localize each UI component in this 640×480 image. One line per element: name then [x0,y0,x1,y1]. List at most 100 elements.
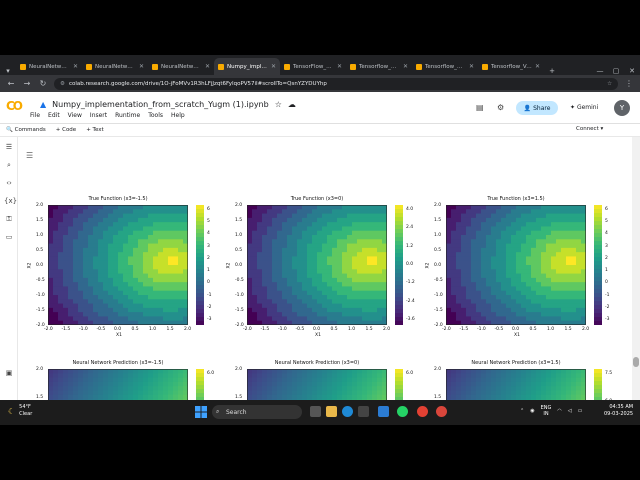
settings-gear-icon[interactable]: ⚙ [497,103,504,112]
heatmap-cell [322,230,328,236]
find-icon[interactable]: ⌕ [4,161,14,170]
secrets-key-icon[interactable]: ⚿ [4,215,14,224]
heatmap-cell [486,222,492,228]
heatmap-cell [551,282,557,288]
gemini-button[interactable]: ✦ Gemini [570,104,598,111]
files-folder-icon[interactable]: ▭ [4,233,14,241]
comment-icon[interactable]: ▤ [476,103,484,112]
avatar[interactable]: Y [614,100,630,116]
colorbar-segment [395,281,403,286]
heatmap-cell [282,316,288,322]
tab-close-icon[interactable]: ✕ [469,63,474,70]
site-info-icon[interactable]: ⚙ [60,81,65,87]
heatmap-cell [511,247,517,253]
terminal-icon[interactable]: ▣ [4,369,14,377]
colorbar-segment [395,213,403,218]
tab-search-icon[interactable]: ▾ [0,67,16,75]
browser-tab[interactable]: NeuralNetwork ✕ [82,58,148,75]
heatmap-cell [163,235,169,240]
x-tick-label: 2.0 [582,327,590,332]
tab-close-icon[interactable]: ✕ [73,63,78,70]
heatmap-cell [357,286,363,292]
heatmap-cell [58,390,64,396]
bookmark-star-icon[interactable]: ☆ [607,81,612,87]
menu-item-edit[interactable]: Edit [48,112,60,119]
url-input[interactable]: ⚙ colab.research.google.com/drive/1O-jFo… [54,77,618,90]
heatmap-cell [282,312,288,318]
heatmap-cell [466,213,472,219]
tab-close-icon[interactable]: ✕ [139,63,144,70]
close-window-icon[interactable]: ✕ [624,67,640,75]
tab-close-icon[interactable]: ✕ [337,63,342,70]
browser-tab[interactable]: NeuralNetwork ✕ [16,58,82,75]
share-button[interactable]: 👤 Share [516,101,558,115]
menu-item-insert[interactable]: Insert [90,112,107,119]
menu-item-tools[interactable]: Tools [148,112,163,119]
menu-item-view[interactable]: View [68,112,82,119]
heatmap-cell [531,286,537,292]
heatmap-cell [272,239,278,245]
extensions-icon[interactable]: ⋮ [624,79,634,88]
heatmap-cell [352,386,358,392]
colorbar-segment [395,377,403,382]
colorbar-segment [594,249,602,254]
new-tab-icon[interactable]: + [544,67,560,75]
connect-button[interactable]: Connect ▾ [576,126,603,132]
tab-close-icon[interactable]: ✕ [205,63,210,70]
heatmap-cell [252,303,258,309]
heatmap-cell [317,286,323,292]
tab-close-icon[interactable]: ✕ [535,63,540,70]
tab-close-icon[interactable]: ✕ [271,63,276,70]
heatmap-cell [282,269,288,275]
heatmap-cell [277,377,283,383]
heatmap-cell [103,213,109,219]
menu-item-runtime[interactable]: Runtime [115,112,140,119]
menu-item-help[interactable]: Help [171,112,185,119]
heatmap-cell [372,247,378,253]
heatmap-cell [576,217,582,223]
heatmap-cell [456,299,462,305]
heatmap-cell [566,299,572,305]
heatmap-cell [556,260,562,266]
heatmap-cell [128,290,134,296]
heatmap-cell [506,239,512,245]
browser-tab[interactable]: TensorFlow_Fun ✕ [280,58,346,75]
variables-icon[interactable]: {x} [4,197,17,205]
browser-tab[interactable]: NeuralNetwork ✕ [148,58,214,75]
heatmap-cell [153,316,159,322]
heatmap-cell [516,290,522,296]
heatmap-cell [516,377,522,383]
colab-logo[interactable]: CO [6,99,23,113]
minimize-icon[interactable]: — [592,67,608,75]
heatmap-cell [272,265,278,270]
heatmap-cell [521,303,527,309]
add-code-button[interactable]: + Code [56,127,76,133]
heatmap-cell [53,260,59,266]
code-snippets-icon[interactable]: ‹› [4,179,14,187]
notebook-title[interactable]: Numpy_implementation_from_scratch_Yugm (… [52,100,269,109]
browser-tab[interactable]: Numpy_impleme✕ [214,58,280,75]
maximize-icon[interactable]: ▢ [608,67,624,75]
back-icon[interactable]: ← [6,79,16,88]
heatmap-cell [83,290,89,296]
menu-item-file[interactable]: File [30,112,40,119]
heatmap-cell [53,295,59,300]
heatmap-cell [476,377,482,383]
heatmap-cell [501,265,507,270]
tab-close-icon[interactable]: ✕ [403,63,408,70]
toc-icon[interactable]: ☰ [4,143,14,151]
add-text-button[interactable]: + Text [86,127,103,133]
commands-button[interactable]: 🔍 Commands [6,127,46,133]
browser-tab[interactable]: Tensorflow_Buil ✕ [346,58,412,75]
browser-tab[interactable]: Tensorflow_High ✕ [412,58,478,75]
forward-icon[interactable]: → [22,79,32,88]
reload-icon[interactable]: ↻ [38,79,48,88]
heatmap-cell [531,377,537,383]
star-icon[interactable]: ☆ [275,100,282,109]
output-toggle-icon[interactable]: ☰ [26,151,33,160]
browser-tab[interactable]: Tensorflow_Vari ✕ [478,58,544,75]
heatmap-cell [158,243,164,249]
heatmap-cell [491,286,497,292]
heatmap-cell [118,286,124,292]
heatmap-cell [461,252,467,258]
